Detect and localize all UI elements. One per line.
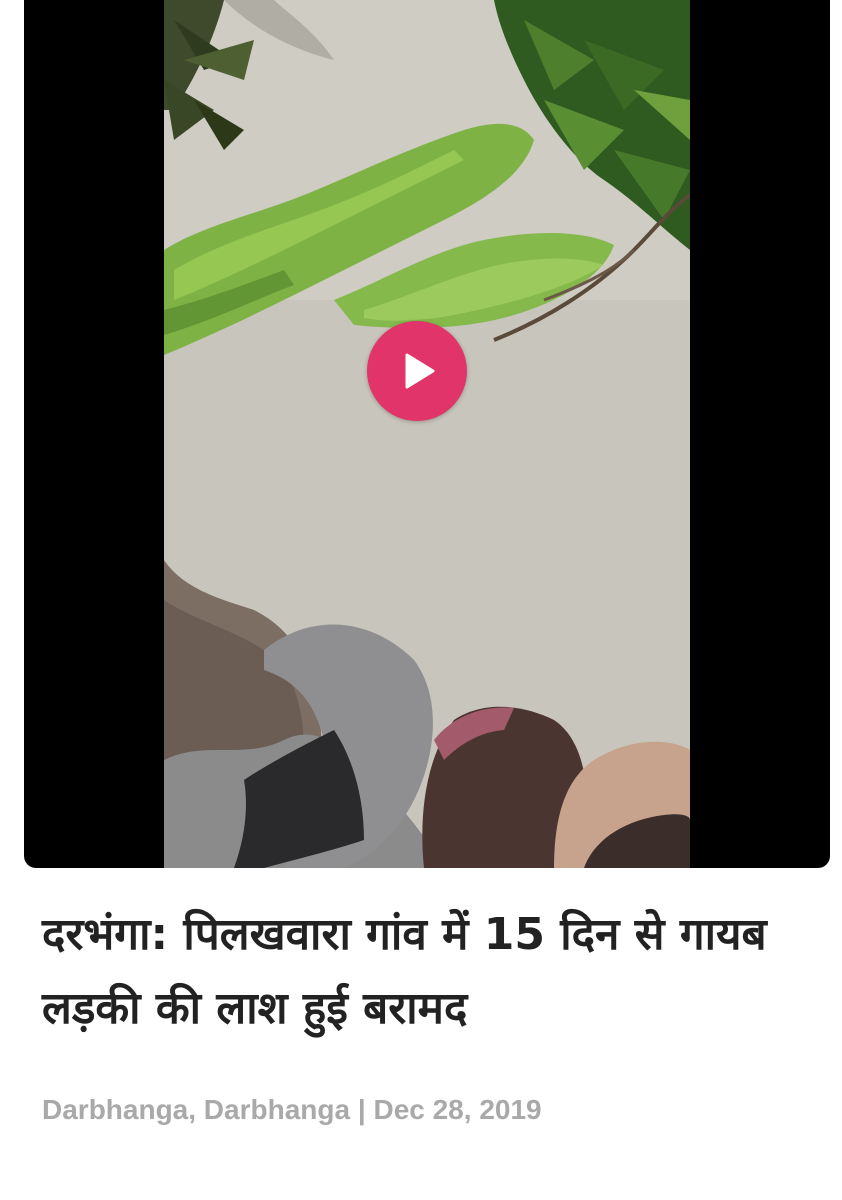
play-button[interactable] xyxy=(367,321,467,421)
article-headline[interactable]: दरभंगा: पिलखवारा गांव में 15 दिन से गायब… xyxy=(42,898,812,1046)
news-card[interactable]: दरभंगा: पिलखवारा गांव में 15 दिन से गायब… xyxy=(0,0,842,1200)
video-thumbnail-scene xyxy=(164,0,690,868)
video-player[interactable] xyxy=(24,0,830,868)
article-date: Dec 28, 2019 xyxy=(373,1094,542,1125)
article-meta: Darbhanga, Darbhanga | Dec 28, 2019 xyxy=(42,1090,542,1130)
play-icon xyxy=(405,353,435,389)
meta-separator: | xyxy=(357,1094,366,1125)
video-thumbnail xyxy=(164,0,690,868)
article-location: Darbhanga, Darbhanga xyxy=(42,1094,351,1125)
